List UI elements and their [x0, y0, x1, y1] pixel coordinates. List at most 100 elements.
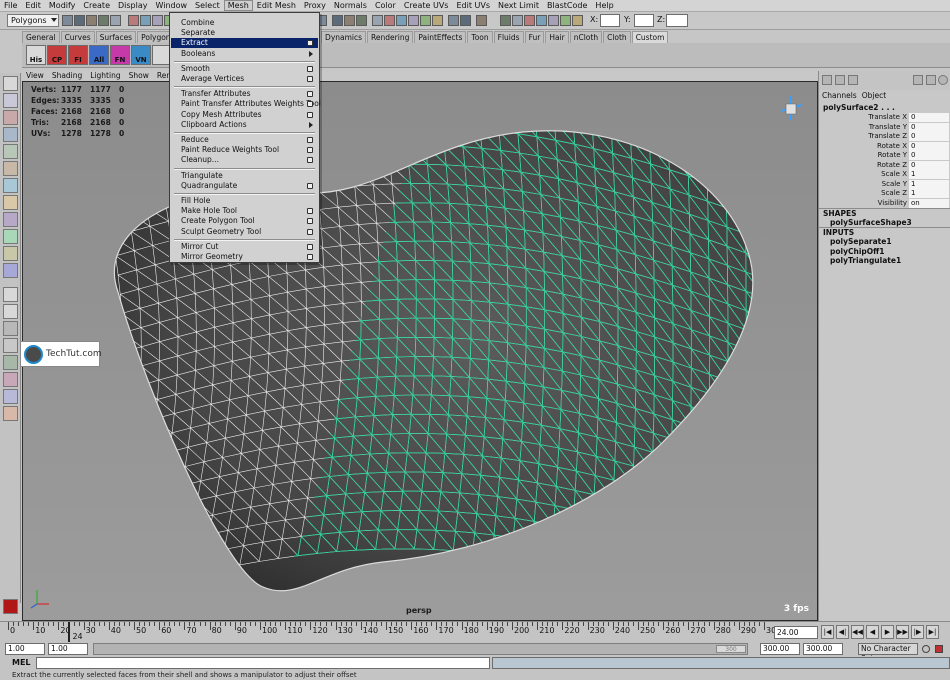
- range-slider[interactable]: 300: [93, 643, 748, 655]
- attribute-value-field[interactable]: 0: [909, 141, 949, 151]
- play-forwards-button[interactable]: ▶: [881, 625, 894, 639]
- option-box-icon[interactable]: [307, 218, 313, 225]
- status-tool-icon[interactable]: [372, 15, 383, 26]
- view-axis-gizmo-icon[interactable]: [780, 96, 802, 120]
- tool-icon[interactable]: [3, 161, 18, 176]
- attribute-row[interactable]: Rotate X0: [819, 141, 949, 152]
- input-node[interactable]: polyChipOff1: [830, 247, 884, 256]
- tool-icon[interactable]: [3, 93, 18, 108]
- y-field[interactable]: [634, 14, 654, 27]
- menu-item-make-hole-tool[interactable]: Make Hole Tool: [171, 206, 318, 216]
- tab-curves[interactable]: Curves: [60, 31, 95, 43]
- attribute-editor-icon[interactable]: [926, 75, 936, 85]
- menu-item-booleans[interactable]: Booleans: [171, 49, 318, 59]
- option-box-icon[interactable]: [307, 65, 313, 72]
- menu-blastcode[interactable]: BlastCode: [543, 0, 591, 11]
- tool-icon[interactable]: [3, 178, 18, 193]
- status-tool-icon[interactable]: [384, 15, 395, 26]
- status-tool-icon[interactable]: [152, 15, 163, 26]
- tool-icon[interactable]: [3, 338, 18, 353]
- list-icon[interactable]: [835, 75, 845, 85]
- tab-dynamics[interactable]: Dynamics: [321, 31, 367, 43]
- status-tool-icon[interactable]: [140, 15, 151, 26]
- status-tool-icon[interactable]: [74, 15, 85, 26]
- menu-color[interactable]: Color: [371, 0, 400, 11]
- menu-item-quadrangulate[interactable]: Quadrangulate: [171, 181, 318, 191]
- status-tool-icon[interactable]: [128, 15, 139, 26]
- menu-item-extract[interactable]: Extract: [171, 38, 318, 49]
- menu-item-cleanup[interactable]: Cleanup...: [171, 155, 318, 165]
- viewport-persp[interactable]: Verts: 1177 1177 0 Edges: 3335 3335 0 Faces: 2168…: [22, 81, 818, 621]
- current-time-field[interactable]: 24.00: [774, 626, 818, 639]
- selected-node-name[interactable]: polySurface2 . . .: [823, 103, 895, 112]
- viewport-menu-view[interactable]: View: [22, 71, 48, 81]
- status-tool-icon[interactable]: [110, 15, 121, 26]
- tab-cloth[interactable]: Cloth: [603, 31, 631, 43]
- step-back-frame-button[interactable]: ◀◀: [851, 625, 864, 639]
- attribute-row[interactable]: Translate X0: [819, 113, 949, 123]
- animation-start-field[interactable]: 1.00: [5, 643, 45, 655]
- tool-icon[interactable]: [3, 263, 18, 278]
- list-icon[interactable]: [822, 75, 832, 85]
- current-frame-marker[interactable]: [68, 622, 71, 642]
- status-tool-icon[interactable]: [396, 15, 407, 26]
- vertex-normals-button[interactable]: VN: [131, 45, 151, 65]
- center-pivot-button[interactable]: CP: [47, 45, 67, 65]
- attribute-value-field[interactable]: 0: [909, 132, 949, 141]
- menu-item-reduce[interactable]: Reduce: [171, 135, 318, 145]
- list-icon[interactable]: [848, 75, 858, 85]
- shape-node[interactable]: polySurfaceShape3: [830, 218, 912, 227]
- option-box-icon[interactable]: [307, 91, 313, 98]
- attribute-value-field[interactable]: 0: [909, 160, 949, 170]
- playback-end-field[interactable]: 300.00: [760, 643, 800, 655]
- menu-item-triangulate[interactable]: Triangulate: [171, 171, 318, 181]
- tab-custom[interactable]: Custom: [631, 31, 669, 43]
- menu-proxy[interactable]: Proxy: [300, 0, 330, 11]
- channel-box-menu-channels[interactable]: Channels: [822, 91, 857, 100]
- status-tool-icon[interactable]: [86, 15, 97, 26]
- tool-icon[interactable]: [3, 321, 18, 336]
- option-box-icon[interactable]: [307, 111, 313, 118]
- play-backwards-button[interactable]: ◀: [866, 625, 879, 639]
- tool-icon[interactable]: [3, 304, 18, 319]
- time-ruler[interactable]: 0 10 20 30 40 50 60 70 80 90 100 110 120 130 140 150 160…: [8, 622, 776, 643]
- status-tool-icon[interactable]: [356, 15, 367, 26]
- mel-label[interactable]: MEL: [12, 658, 31, 667]
- status-tool-icon[interactable]: [448, 15, 459, 26]
- character-set-selector[interactable]: No Character Set: [858, 643, 918, 663]
- option-box-icon[interactable]: [307, 157, 313, 164]
- menu-window[interactable]: Window: [152, 0, 192, 11]
- menu-help[interactable]: Help: [591, 0, 617, 11]
- tool-icon[interactable]: [3, 372, 18, 387]
- tool-icon[interactable]: [3, 355, 18, 370]
- status-tool-icon[interactable]: [62, 15, 73, 26]
- freeze-transform-button[interactable]: FI: [68, 45, 88, 65]
- attribute-value-field[interactable]: 1: [909, 170, 949, 179]
- attribute-row[interactable]: Scale Y1: [819, 179, 949, 190]
- tool-icon[interactable]: [3, 287, 18, 302]
- input-node[interactable]: polySeparate1: [830, 237, 892, 246]
- tab-general[interactable]: General: [22, 31, 60, 43]
- status-tool-icon[interactable]: [500, 15, 511, 26]
- x-field[interactable]: [600, 14, 620, 27]
- attribute-row[interactable]: Scale Z1: [819, 189, 949, 199]
- menu-item-combine[interactable]: Combine: [171, 18, 318, 28]
- attribute-row[interactable]: Scale X1: [819, 170, 949, 180]
- status-tool-icon[interactable]: [408, 15, 419, 26]
- tool-icon[interactable]: [3, 76, 18, 91]
- tab-ncloth[interactable]: nCloth: [569, 31, 603, 43]
- tool-icon[interactable]: [3, 195, 18, 210]
- mel-input[interactable]: [36, 657, 490, 669]
- menu-item-separate[interactable]: Separate: [171, 28, 318, 38]
- tab-fluids[interactable]: Fluids: [493, 31, 524, 43]
- option-box-icon[interactable]: [307, 101, 313, 108]
- animation-end-field[interactable]: 300.00: [803, 643, 843, 655]
- attribute-row[interactable]: Translate Z0: [819, 132, 949, 142]
- menu-item-fill-hole[interactable]: Fill Hole: [171, 196, 318, 206]
- tool-icon[interactable]: [3, 212, 18, 227]
- auto-key-icon[interactable]: [935, 645, 943, 653]
- select-all-button[interactable]: All: [89, 45, 109, 65]
- attribute-row[interactable]: Rotate Z0: [819, 160, 949, 171]
- tool-icon[interactable]: [3, 110, 18, 125]
- step-forward-key-button[interactable]: |▶: [911, 625, 924, 639]
